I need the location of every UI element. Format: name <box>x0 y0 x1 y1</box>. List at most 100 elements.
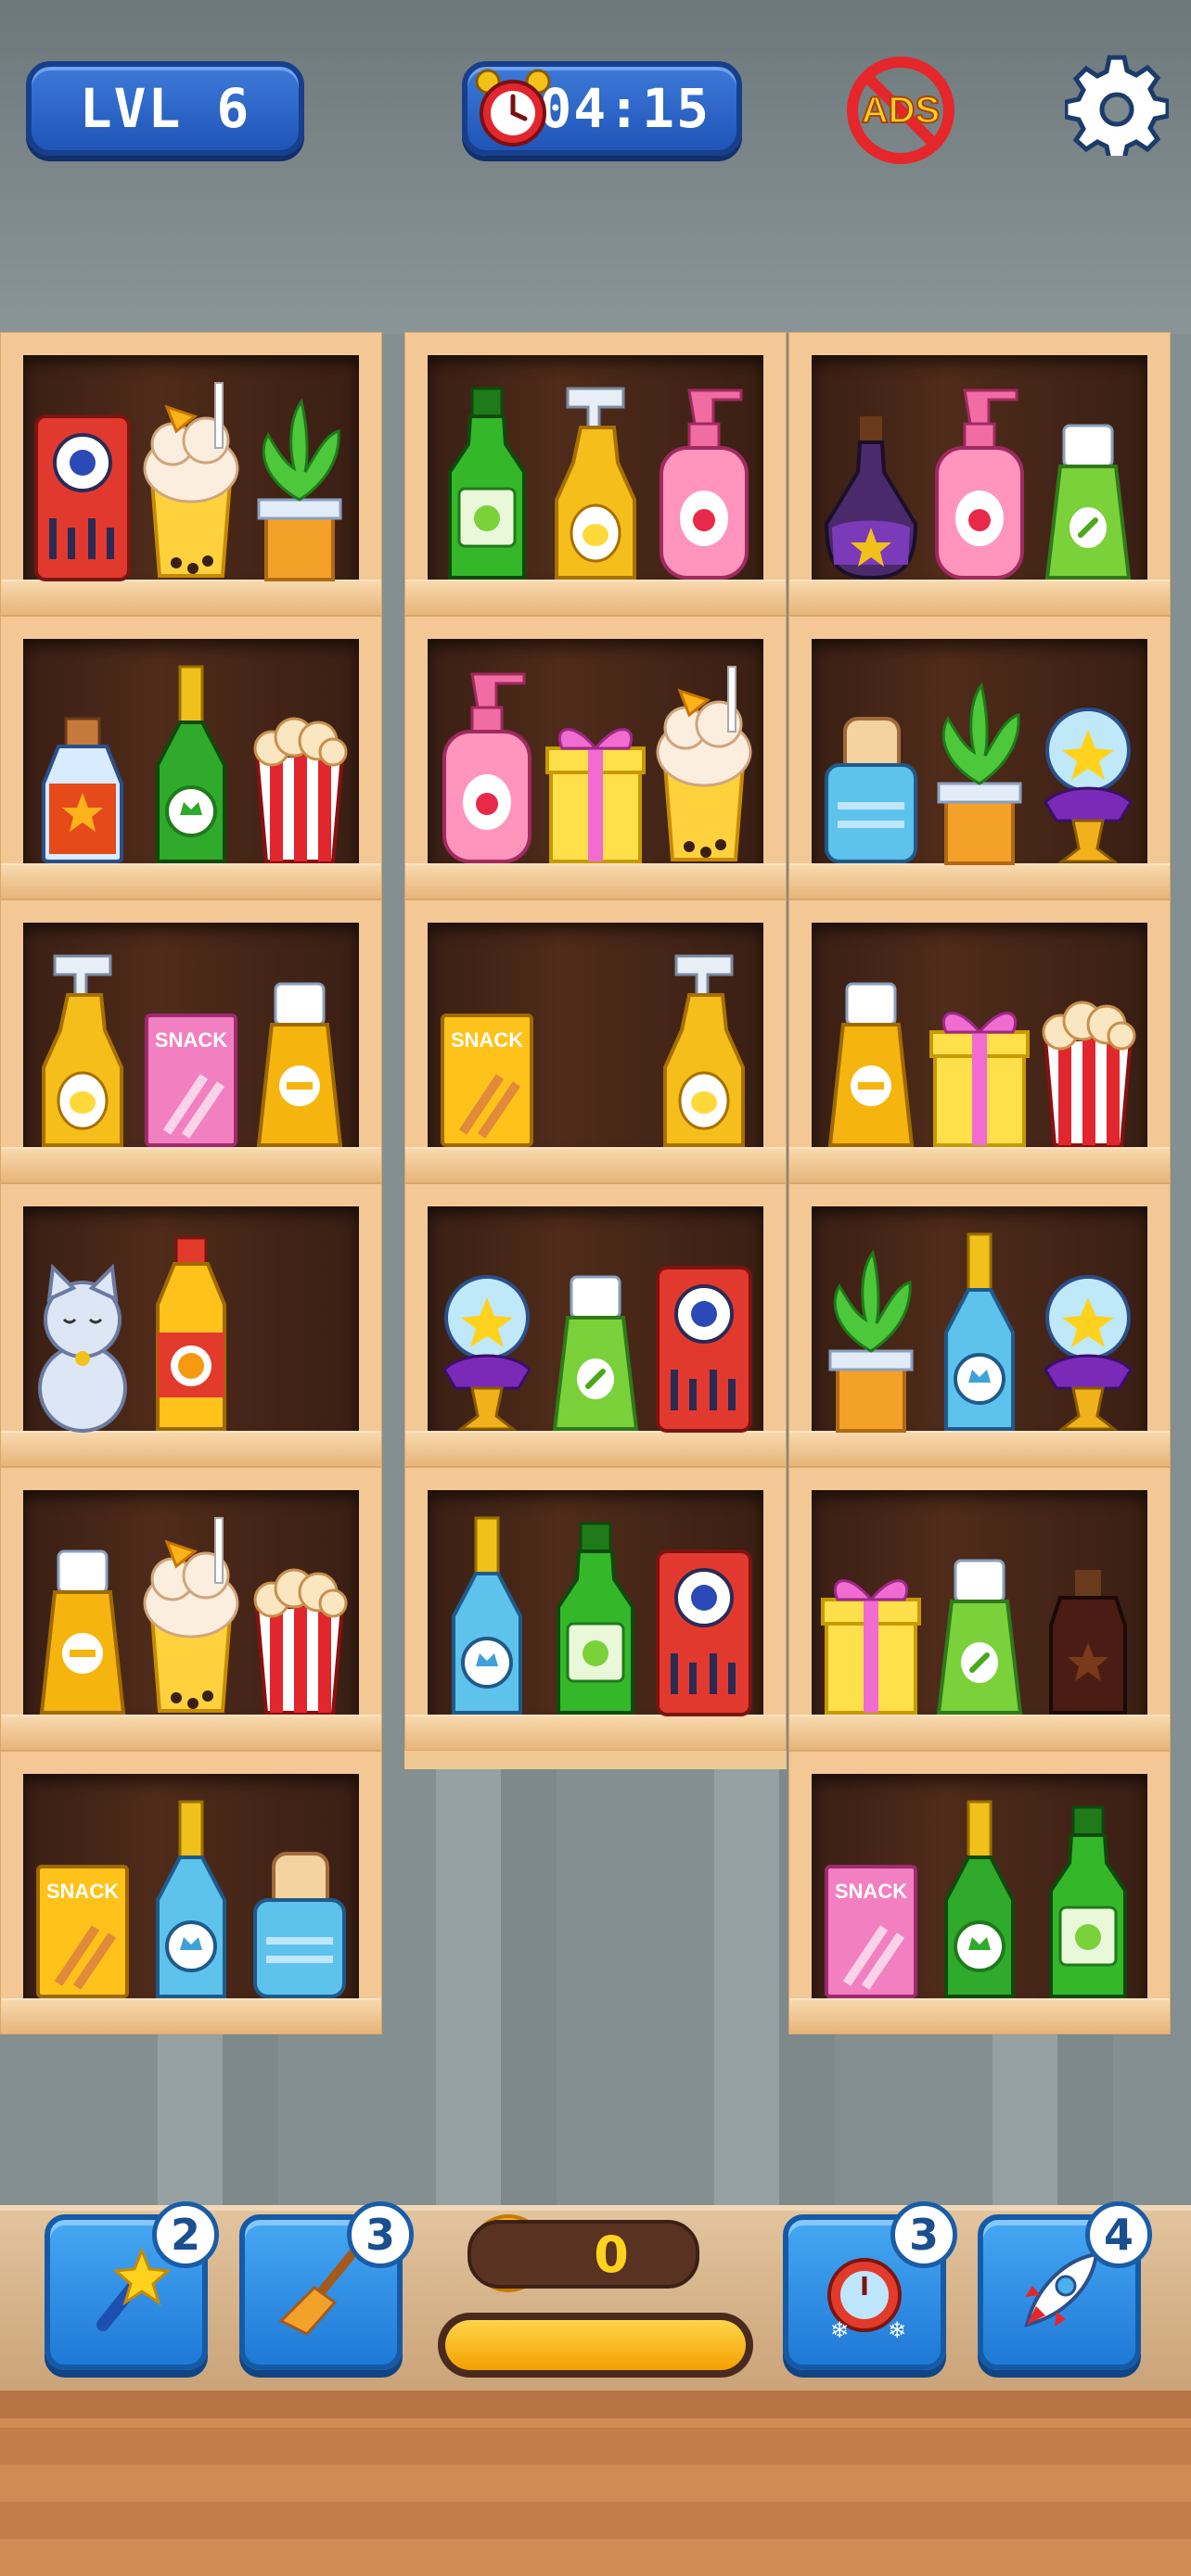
broom-count: 3 <box>347 2201 414 2268</box>
crystal-ball-item[interactable] <box>1036 1231 1140 1435</box>
shelf-ledge <box>405 580 786 615</box>
snack-box-pink-item[interactable]: SNACK <box>819 1798 923 2002</box>
shelf-slot-1-2[interactable] <box>404 332 787 616</box>
bubble-tea-item[interactable] <box>652 663 756 867</box>
popcorn-item[interactable] <box>248 663 352 867</box>
shelf-slot-5-2[interactable] <box>404 1467 787 1751</box>
settings-gear-icon[interactable] <box>1065 52 1169 156</box>
shelf-items <box>817 928 1142 1151</box>
pink-soap-item[interactable] <box>435 663 539 867</box>
shelf-slot-4-2[interactable] <box>404 1183 787 1467</box>
gift-box-item[interactable] <box>819 1514 923 1718</box>
alarm-clock-icon <box>475 69 551 147</box>
shelf-slot-1-1[interactable] <box>0 332 382 616</box>
potted-plant-item[interactable] <box>928 663 1031 867</box>
snack-box-yellow-item[interactable]: SNACK <box>435 947 539 1151</box>
shelf-slot-2-1[interactable] <box>0 616 382 899</box>
shelf-slot-5-1[interactable] <box>0 1467 382 1751</box>
radio-item[interactable] <box>652 1514 756 1718</box>
snack-box-yellow-item[interactable]: SNACK <box>31 1798 134 2002</box>
spray-bottle-item[interactable] <box>31 947 134 1151</box>
shelf-ledge <box>405 1147 786 1182</box>
yellow-lotion-item[interactable] <box>31 1514 134 1718</box>
shelf-ledge <box>789 863 1170 899</box>
shelf-slot-3-2[interactable]: SNACK <box>404 899 787 1183</box>
crystal-ball-item[interactable] <box>435 1231 539 1435</box>
shelf-ledge <box>789 1431 1170 1466</box>
crystal-ball-item[interactable] <box>1036 663 1140 867</box>
broom-booster-button[interactable]: 3 <box>239 2201 414 2370</box>
shelf-ledge <box>405 1715 786 1750</box>
shelf-items: SNACK <box>817 1779 1142 2002</box>
shelf-slot-3-1[interactable]: SNACK <box>0 899 382 1183</box>
yellow-lotion-item[interactable] <box>819 947 923 1151</box>
shelf-items <box>29 1212 353 1435</box>
pink-soap-item[interactable] <box>652 379 756 583</box>
green-lotion-item[interactable] <box>928 1514 1031 1718</box>
shelf-grid: SNACK SNACK SNACK SNACK <box>0 332 1191 2057</box>
freeze-booster-button[interactable]: ❄ ❄ 3 <box>783 2201 957 2370</box>
bubble-tea-item[interactable] <box>139 379 243 583</box>
no-ads-icon: ADS <box>847 57 954 164</box>
shelf-ledge <box>1 1998 381 2034</box>
level-badge: LVL 6 <box>26 61 304 156</box>
toaster-item[interactable] <box>819 663 923 867</box>
no-ads-button[interactable]: ADS <box>846 56 955 165</box>
champagne-blue-item[interactable] <box>435 1514 539 1718</box>
snack-box-pink-item[interactable]: SNACK <box>139 947 243 1151</box>
pink-soap-item[interactable] <box>928 379 1031 583</box>
shelf-slot-3-3[interactable] <box>788 899 1171 1183</box>
shelf-ledge <box>1 1715 381 1750</box>
shelf-slot-2-2[interactable] <box>404 616 787 899</box>
radio-item[interactable] <box>652 1231 756 1435</box>
potted-plant-item[interactable] <box>819 1231 923 1435</box>
score-display: 0 <box>467 2220 699 2289</box>
rocket-booster-button[interactable]: 4 <box>978 2201 1152 2370</box>
champagne-green-item[interactable] <box>928 1798 1031 2002</box>
bubble-tea-item[interactable] <box>139 1514 243 1718</box>
gift-box-item[interactable] <box>928 947 1031 1151</box>
radio-item[interactable] <box>31 379 134 583</box>
shelf-ledge <box>405 863 786 899</box>
gift-box-item[interactable] <box>544 663 647 867</box>
spray-bottle-item[interactable] <box>544 379 647 583</box>
green-bottle-item[interactable] <box>435 379 539 583</box>
popcorn-item[interactable] <box>1036 947 1140 1151</box>
potted-plant-item[interactable] <box>248 379 352 583</box>
yellow-lotion-item[interactable] <box>248 947 352 1151</box>
orange-juice-item[interactable] <box>139 1231 243 1435</box>
red-potion-item[interactable] <box>31 663 134 867</box>
shelf-slot-2-3[interactable] <box>788 616 1171 899</box>
shelf-slot-1-3[interactable] <box>788 332 1171 616</box>
champagne-blue-item[interactable] <box>139 1798 243 2002</box>
snack-label: SNACK <box>46 1880 119 1903</box>
snack-label: SNACK <box>155 1028 227 1052</box>
shelf-items <box>817 1212 1142 1435</box>
shelf-slot-4-1[interactable] <box>0 1183 382 1467</box>
popcorn-item[interactable] <box>248 1514 352 1718</box>
lucky-cat-item[interactable] <box>31 1231 134 1435</box>
shelf-items <box>433 361 758 583</box>
green-lotion-item[interactable] <box>1036 379 1140 583</box>
green-bottle-item[interactable] <box>1036 1798 1140 2002</box>
shelf-ledge <box>1 1147 381 1182</box>
purple-potion-item[interactable] <box>819 379 923 583</box>
toaster-item[interactable] <box>248 1798 352 2002</box>
snack-label: SNACK <box>835 1880 907 1903</box>
shelf-slot-6-1[interactable]: SNACK <box>0 1751 382 2034</box>
shelf-items <box>817 361 1142 583</box>
champagne-blue-item[interactable] <box>928 1231 1031 1435</box>
empty-shelf-gap <box>404 1751 787 1769</box>
shelf-items: SNACK <box>29 1779 353 2002</box>
green-bottle-item[interactable] <box>544 1514 647 1718</box>
freeze-count: 3 <box>890 2201 957 2268</box>
shelf-slot-6-3[interactable]: SNACK <box>788 1751 1171 2034</box>
spray-bottle-item[interactable] <box>652 947 756 1151</box>
shelf-slot-5-3[interactable] <box>788 1467 1171 1751</box>
champagne-green-item[interactable] <box>139 663 243 867</box>
green-lotion-item[interactable] <box>544 1231 647 1435</box>
shelf-items <box>817 644 1142 867</box>
magic-wand-booster-button[interactable]: 2 <box>45 2201 219 2370</box>
shelf-slot-4-3[interactable] <box>788 1183 1171 1467</box>
dark-potion-item[interactable] <box>1036 1514 1140 1718</box>
